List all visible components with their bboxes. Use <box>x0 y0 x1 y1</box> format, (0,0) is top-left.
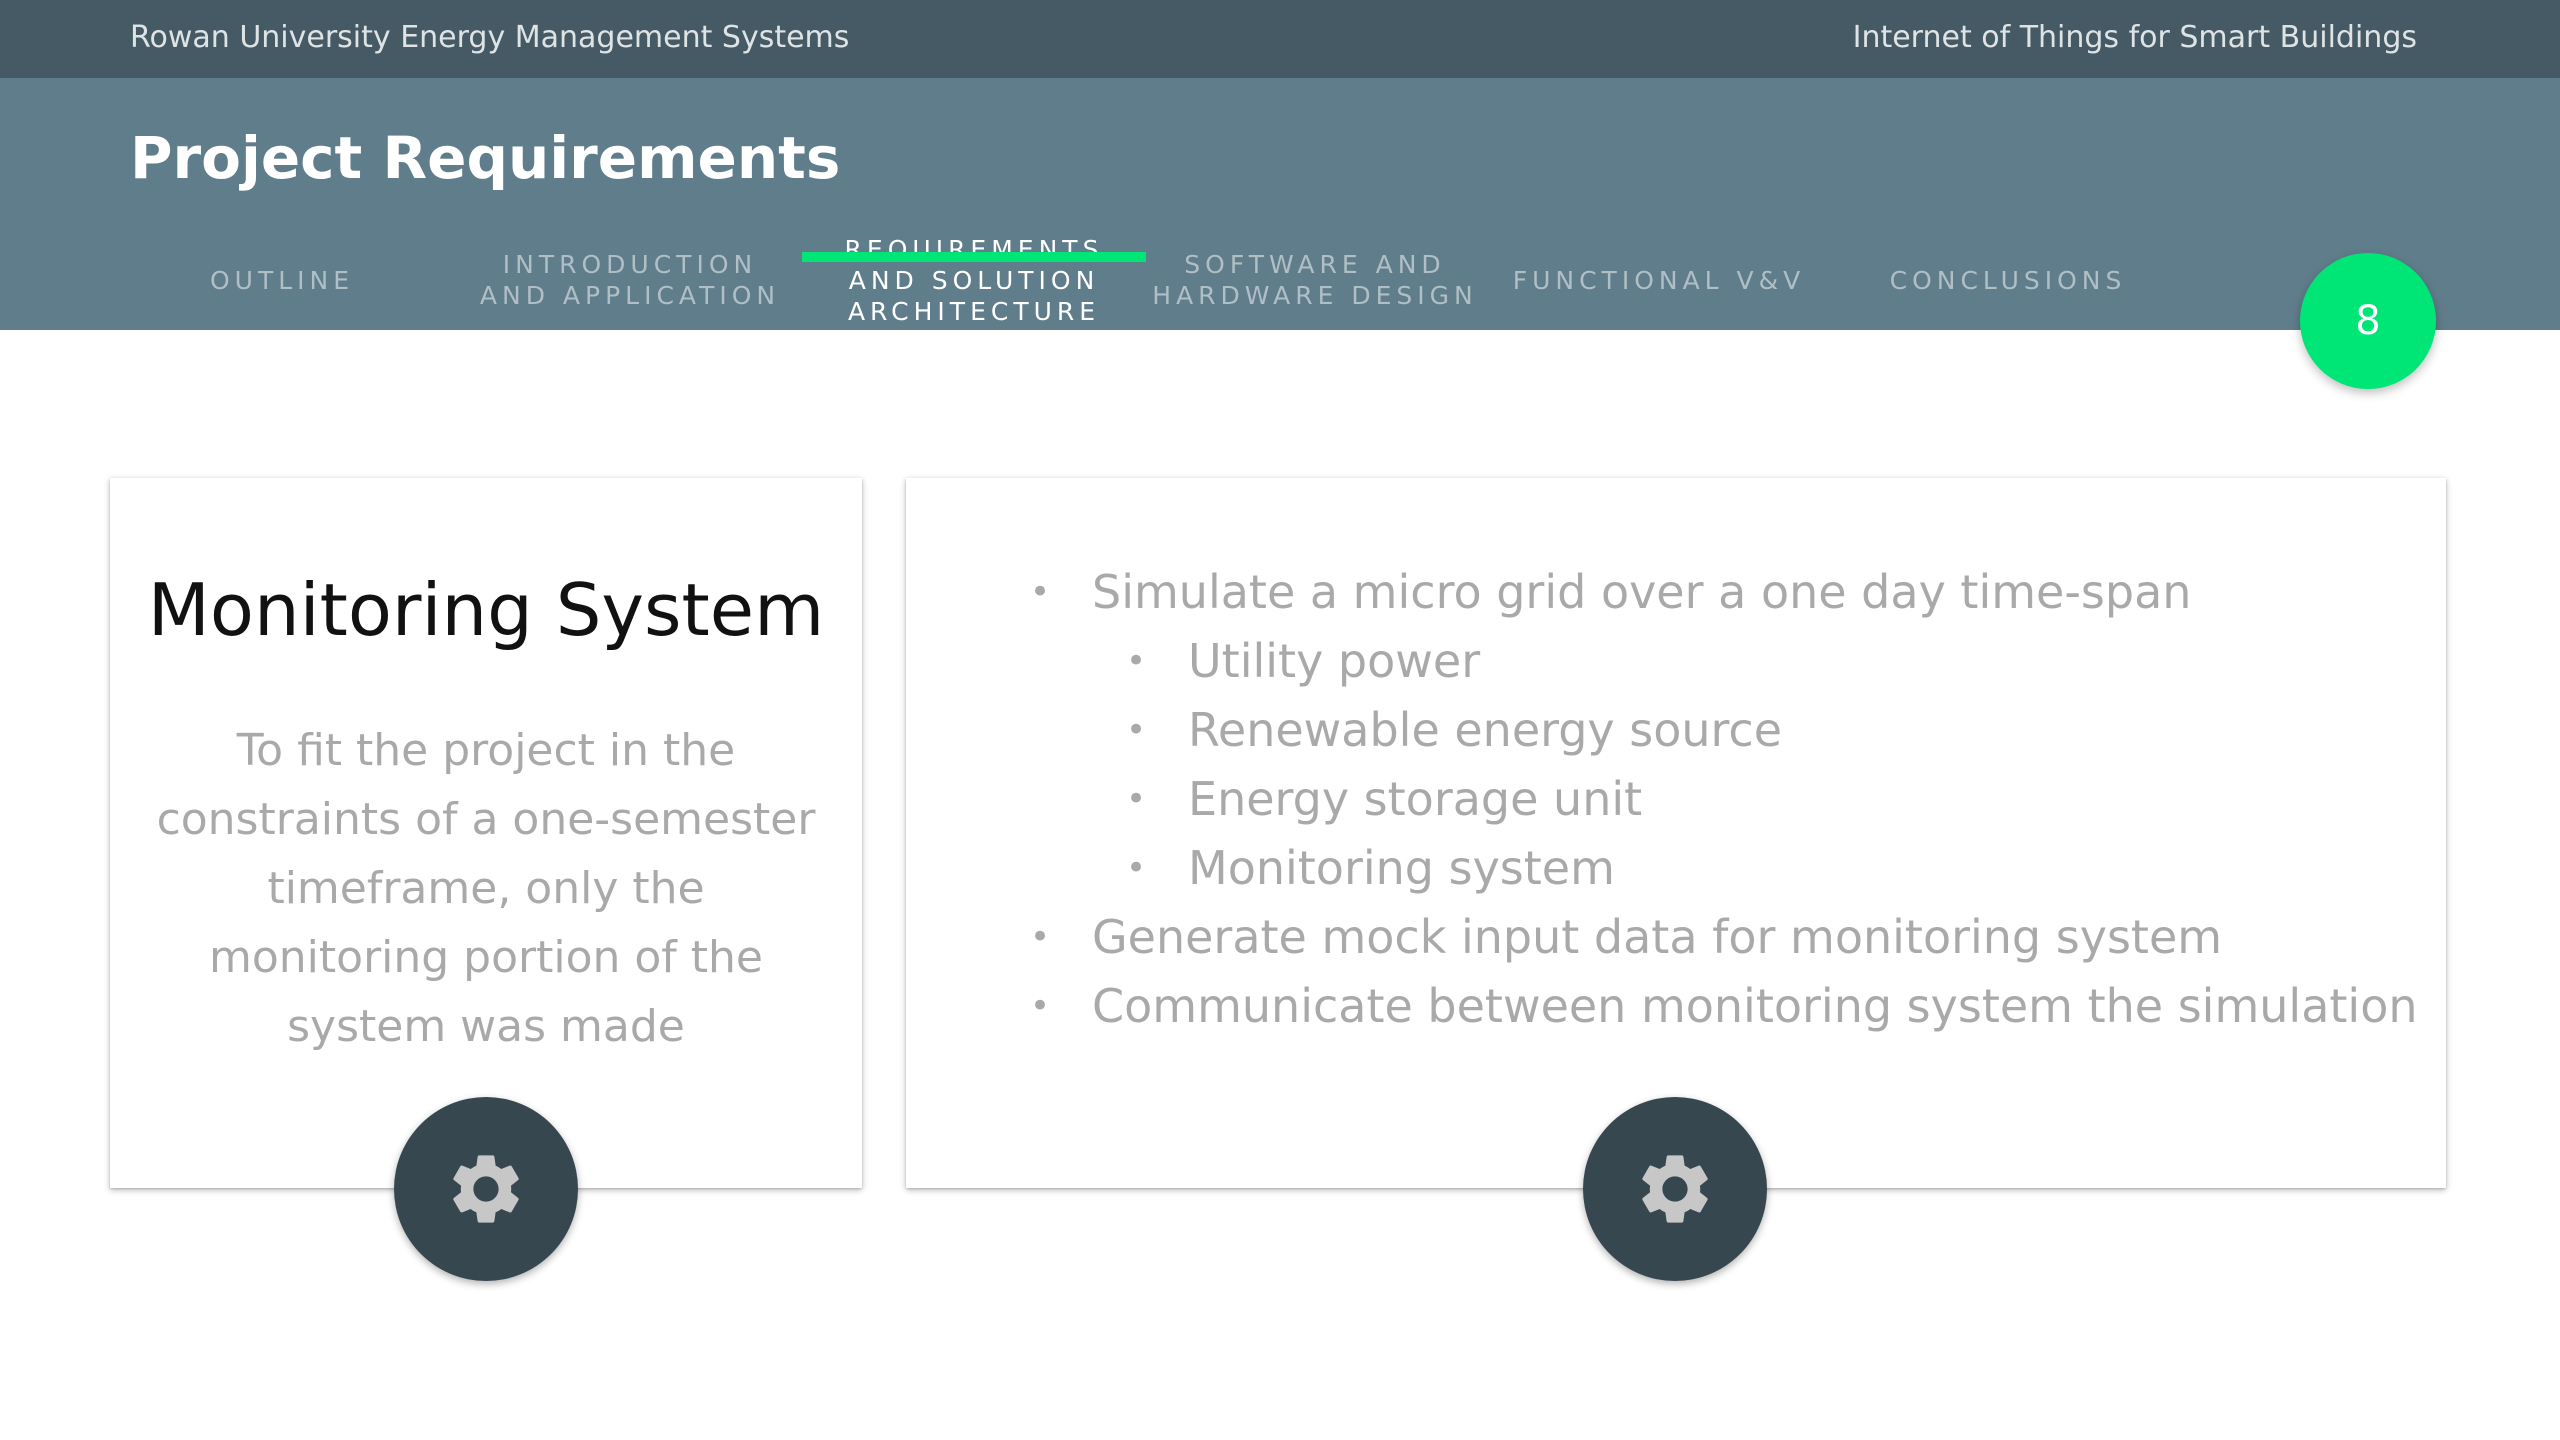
list-item: Generate mock input data for monitoring … <box>906 903 2446 972</box>
presentation-title: Rowan University Energy Management Syste… <box>130 20 850 55</box>
top-bar: Rowan University Energy Management Syste… <box>0 0 2560 80</box>
nav-tab-functional-vv[interactable]: FUNCTIONAL V&V <box>1506 230 1812 330</box>
card-description: To fit the project in the constraints of… <box>156 725 816 1052</box>
nav-tab-introduction[interactable]: INTRODUCTION AND APPLICATION <box>470 230 790 330</box>
requirements-list-card: Simulate a micro grid over a one day tim… <box>906 478 2446 1188</box>
section-nav: OUTLINE INTRODUCTION AND APPLICATION REQ… <box>0 230 2560 330</box>
requirements-list: Simulate a micro grid over a one day tim… <box>906 558 2446 1041</box>
nav-tab-software-hardware[interactable]: SOFTWARE AND HARDWARE DESIGN <box>1150 230 1480 330</box>
monitoring-system-card: Monitoring System To fit the project in … <box>110 478 862 1188</box>
gear-icon <box>453 1155 519 1223</box>
nav-tab-label: REQUIREMENTS AND SOLUTION ARCHITECTURE <box>844 234 1104 326</box>
settings-button-right[interactable] <box>1583 1097 1767 1281</box>
gear-icon <box>1642 1155 1708 1223</box>
nav-tab-label: FUNCTIONAL V&V <box>1512 265 1806 295</box>
list-item: Communicate between monitoring system th… <box>906 972 2446 1041</box>
list-item: Simulate a micro grid over a one day tim… <box>906 558 2446 627</box>
nav-tab-outline[interactable]: OUTLINE <box>200 230 364 330</box>
nav-tab-conclusions[interactable]: CONCLUSIONS <box>1880 230 2136 330</box>
settings-button-left[interactable] <box>394 1097 578 1281</box>
active-tab-indicator <box>802 252 1146 262</box>
card-title: Monitoring System <box>147 568 825 652</box>
list-item: Utility power <box>906 627 2446 696</box>
list-item: Monitoring system <box>906 834 2446 903</box>
nav-tab-requirements[interactable]: REQUIREMENTS AND SOLUTION ARCHITECTURE <box>822 230 1126 330</box>
page-title: Project Requirements <box>130 124 841 192</box>
list-item: Renewable energy source <box>906 696 2446 765</box>
nav-tab-label: SOFTWARE AND HARDWARE DESIGN <box>1152 250 1478 310</box>
presentation-subtitle: Internet of Things for Smart Buildings <box>1852 20 2417 55</box>
nav-tab-label: CONCLUSIONS <box>1889 265 2127 295</box>
header-band: Project Requirements OUTLINE INTRODUCTIO… <box>0 80 2560 330</box>
nav-tab-label: INTRODUCTION AND APPLICATION <box>479 250 781 310</box>
list-item: Energy storage unit <box>906 765 2446 834</box>
nav-tab-label: OUTLINE <box>209 265 355 295</box>
page-number-badge: 8 <box>2300 253 2436 389</box>
